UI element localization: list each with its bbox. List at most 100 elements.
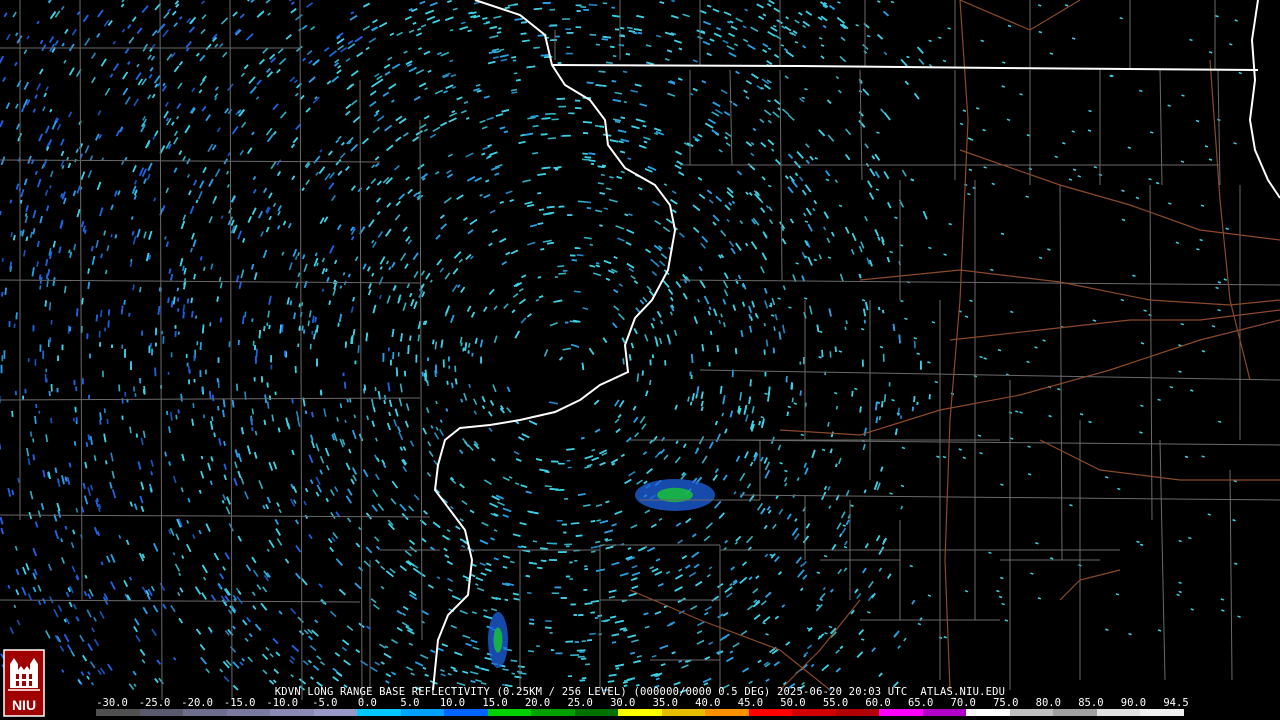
echo-pixel [600,173,605,177]
echo-pixel [627,157,632,161]
echo-pixel [649,379,652,386]
echo-pixel [344,419,347,424]
echo-pixel [845,320,848,325]
echo-pixel [507,4,514,7]
echo-pixel [67,325,70,334]
echo-pixel [93,455,97,462]
echo-pixel [835,405,838,410]
echo-pixel [39,285,42,290]
echo-pixel [596,519,602,522]
echo-pixel [449,28,454,32]
echo-pixel [773,326,776,331]
echo-pixel [671,0,675,3]
echo-pixel [267,310,270,318]
echo-pixel [182,304,186,313]
echo-pixel [573,290,581,293]
echo-pixel [527,650,535,653]
echo-pixel [510,88,518,92]
echo-pixel [49,185,52,189]
echo-pixel [254,430,258,436]
echo-pixel [467,342,471,348]
echo-pixel [129,426,132,434]
echo-pixel [526,591,532,595]
echo-pixel [362,388,366,394]
echo-pixel [545,112,553,116]
echo-pixel [175,414,178,420]
echo-pixel [339,285,343,289]
echo-pixel [203,266,206,272]
echo-pixel [597,182,604,185]
echo-pixel [532,151,539,155]
echo-pixel [211,416,214,422]
map-background [0,0,1280,720]
echo-pixel [17,477,20,483]
echo-pixel [218,276,222,282]
echo-pixel [10,232,13,237]
echo-pixel [32,438,35,443]
echo-pixel [106,418,109,425]
echo-pixel [603,619,609,623]
echo-pixel [460,342,463,347]
echo-pixel [301,325,304,331]
echo-pixel [100,309,103,318]
echo-pixel [720,313,723,318]
echo-pixel [48,302,52,311]
echo-pixel [603,207,609,210]
echo-pixel [502,668,509,672]
echo-pixel [626,26,633,30]
echo-pixel [589,243,594,247]
echo-pixel [192,403,195,409]
echo-pixel [883,394,887,402]
echo-pixel [589,632,596,636]
echo-pixel [532,540,538,543]
echo-pixel [558,272,566,275]
echo-pixel [577,200,586,203]
echo-pixel [605,61,613,65]
echo-pixel [585,201,592,204]
echo-pixel [513,597,519,601]
echo-pixel [588,3,598,6]
echo-pixel [557,265,565,268]
echo-pixel [202,414,206,419]
echo-pixel [63,285,67,294]
echo-pixel [718,319,722,324]
echo-pixel [533,46,540,49]
echo-pixel [336,417,339,422]
echo-pixel [763,322,766,327]
echo-pixel [353,414,356,419]
echo-pixel [622,358,625,365]
echo-pixel [576,254,584,257]
echo-pixel [581,158,591,161]
echo-pixel [426,380,430,386]
echo-pixel [612,55,617,58]
echo-pixel [878,415,882,421]
echo-pixel [622,70,628,74]
echo-pixel [435,400,438,405]
echo-pixel [139,286,142,293]
echo-pixel [235,383,239,391]
echo-pixel [620,170,625,174]
echo-pixel [499,48,505,52]
echo-pixel [45,434,49,443]
echo-pixel [721,412,725,417]
echo-pixel [417,334,421,342]
echo-pixel [493,529,498,532]
echo-pixel [110,234,113,238]
echo-pixel [307,320,310,327]
echo-pixel [532,124,539,128]
echo-pixel [623,100,627,104]
echo-pixel [321,288,325,293]
echo-pixel [266,401,270,409]
echo-pixel [913,340,916,349]
echo-pixel [300,302,304,307]
echo-pixel [547,137,557,140]
echo-pixel [899,415,903,420]
echo-pixel [510,659,518,663]
echo-pixel [511,672,516,675]
echo-pixel [29,431,33,437]
echo-pixel [251,408,255,415]
echo-pixel [314,329,317,335]
echo-pixel [434,341,438,350]
echo-pixel [765,339,769,347]
echo-pixel [475,583,479,586]
